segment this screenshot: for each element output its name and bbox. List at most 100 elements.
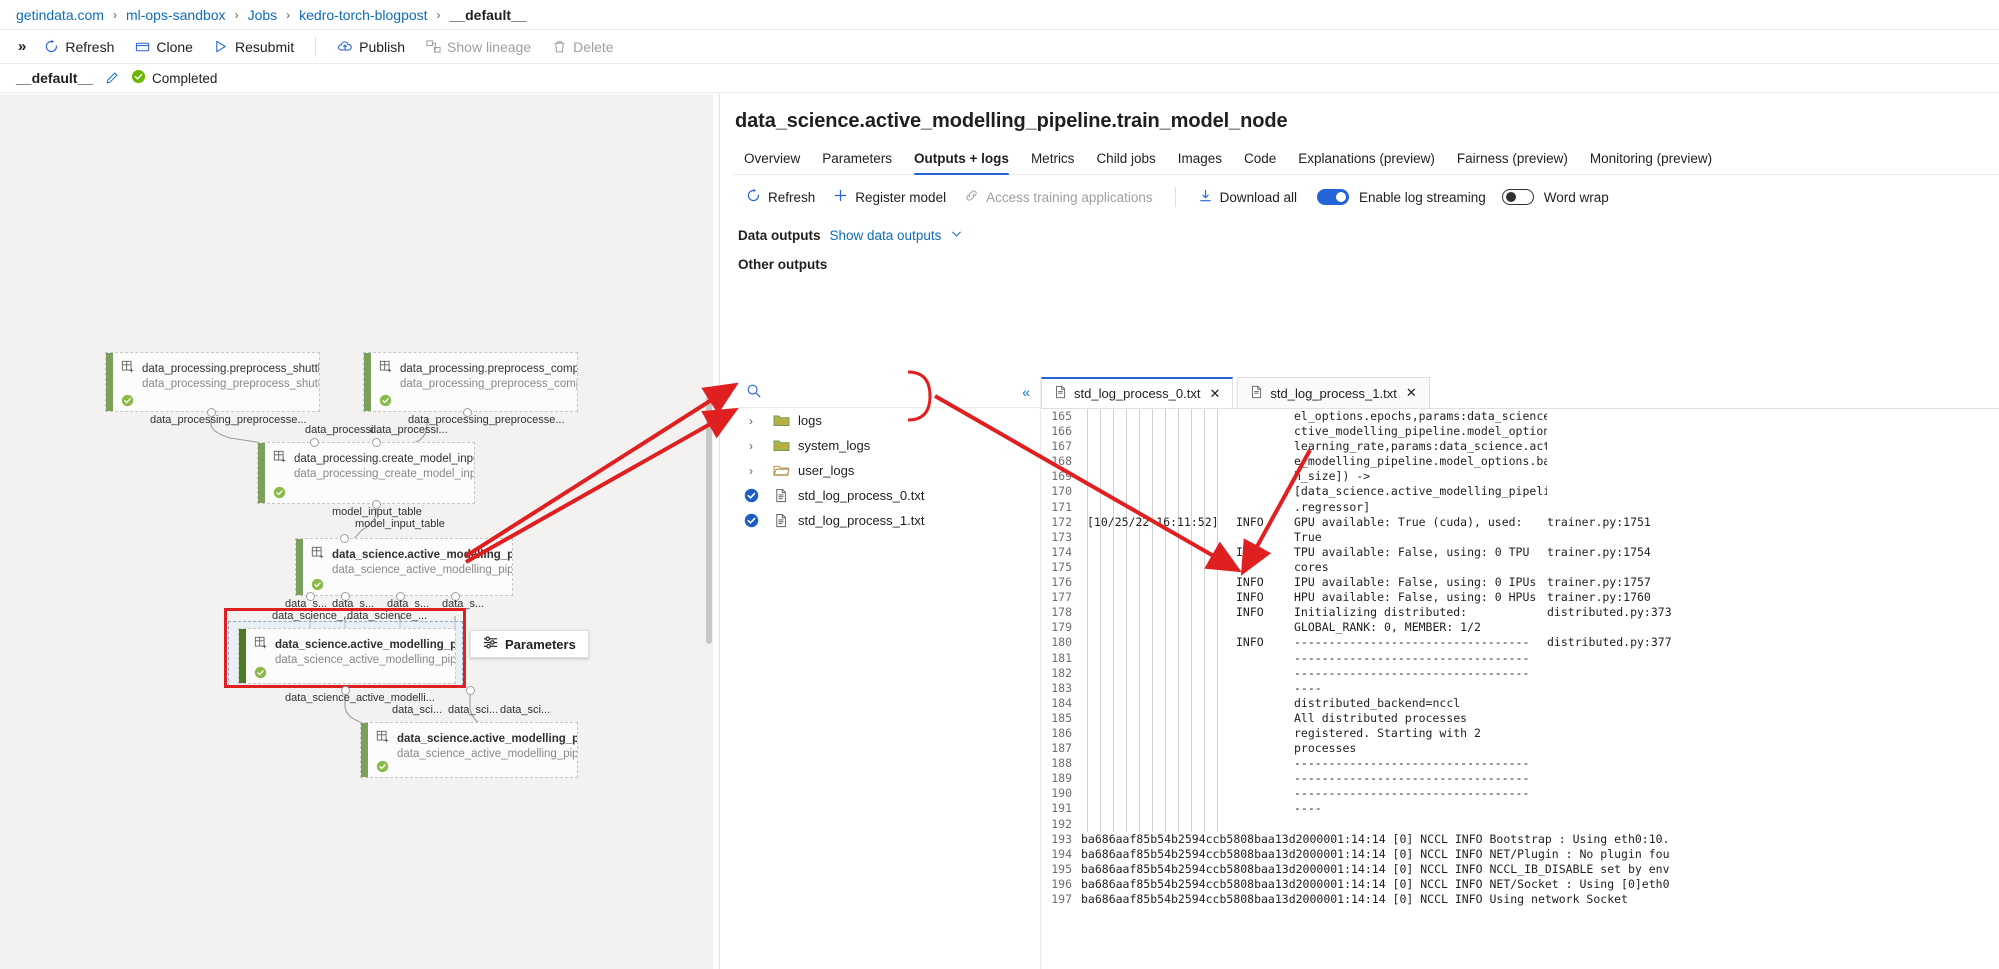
overflow-chevron-icon[interactable]: » — [12, 36, 32, 57]
tab-outputs-logs[interactable]: Outputs + logs — [903, 151, 1020, 175]
outputs-refresh-button[interactable]: Refresh — [738, 184, 823, 210]
log-line-number: 180 — [1051, 635, 1072, 650]
chevron-right-icon[interactable]: › — [738, 414, 764, 428]
job-status-row: __default__ Completed — [0, 64, 1999, 93]
node-port[interactable] — [340, 534, 349, 543]
log-message: el_options.epochs,params:data_science.a — [1294, 409, 1547, 423]
log-line-number: 192 — [1051, 816, 1072, 831]
log-content[interactable]: 165 el_options.epochs,params:data_science… — [1041, 409, 1999, 969]
publish-button[interactable]: Publish — [328, 35, 414, 59]
chevron-right-icon[interactable]: › — [738, 464, 764, 478]
log-timestamp — [1081, 529, 1236, 545]
close-icon[interactable]: ✕ — [1209, 386, 1220, 402]
register-model-label: Register model — [855, 189, 947, 205]
tab-overview[interactable]: Overview — [733, 151, 811, 174]
graph-node[interactable]: data_science.active_modelling_pipeline.e… — [360, 722, 578, 778]
delete-button[interactable]: Delete — [542, 35, 622, 59]
tab-explanations-preview[interactable]: Explanations (preview) — [1287, 151, 1446, 174]
graph-node[interactable]: data_processing.create_model_input_tabl.… — [257, 442, 475, 504]
pencil-icon[interactable] — [105, 71, 119, 85]
breadcrumb-separator: › — [234, 7, 239, 22]
log-line-number: 174 — [1051, 544, 1072, 559]
tab-metrics[interactable]: Metrics — [1020, 151, 1086, 174]
node-port[interactable] — [341, 686, 350, 695]
log-level — [1236, 424, 1294, 439]
graph-node-selected[interactable]: data_science.active_modelling_pipeline.t… — [238, 628, 456, 684]
pane-splitter[interactable] — [713, 94, 720, 969]
log-line-number: 178 — [1051, 605, 1072, 620]
selected-check-icon[interactable] — [738, 488, 764, 503]
clone-button[interactable]: Clone — [125, 35, 202, 59]
log-tab[interactable]: std_log_process_0.txt ✕ — [1041, 377, 1234, 408]
access-training-applications-button[interactable]: Access training applications — [956, 184, 1161, 210]
log-line-number: 191 — [1051, 801, 1072, 816]
delete-label: Delete — [573, 38, 614, 55]
close-icon[interactable]: ✕ — [1406, 385, 1417, 401]
graph-scrollbar-track[interactable] — [705, 94, 713, 969]
pipeline-graph-canvas[interactable]: data_processing.preprocess_shuttles_node… — [0, 94, 713, 969]
file-tree-row[interactable]: std_log_process_1.txt — [738, 508, 1040, 533]
node-title: data_science.active_modelling_pipeline.t… — [275, 638, 456, 651]
breadcrumb-item[interactable]: ml-ops-sandbox — [126, 7, 226, 23]
collapse-left-icon[interactable]: « — [1018, 382, 1034, 402]
tab-monitoring-preview[interactable]: Monitoring (preview) — [1579, 151, 1723, 174]
graph-scrollbar-thumb[interactable] — [706, 394, 712, 644]
log-level — [1236, 756, 1294, 771]
show-lineage-button[interactable]: Show lineage — [416, 35, 540, 59]
breadcrumb-item[interactable]: Jobs — [248, 7, 278, 23]
file-tree-row[interactable]: › logs — [738, 408, 1040, 433]
log-message: ba686aaf85b54b2594ccb5808baa13d2000001:1… — [1081, 876, 1670, 891]
selected-check-icon[interactable] — [738, 513, 764, 528]
chevron-right-icon[interactable]: › — [738, 439, 764, 453]
download-all-button[interactable]: Download all — [1190, 184, 1305, 210]
refresh-button[interactable]: Refresh — [34, 35, 123, 59]
log-message: distributed_backend=nccl — [1294, 695, 1461, 710]
file-icon — [764, 488, 798, 503]
edge-label: data_s... — [387, 598, 430, 610]
show-data-outputs-link[interactable]: Show data outputs — [830, 228, 942, 243]
publish-label: Publish — [359, 38, 406, 55]
tab-parameters[interactable]: Parameters — [811, 151, 903, 174]
node-port[interactable] — [310, 438, 319, 447]
log-message: ---------------------------------- — [1294, 771, 1530, 786]
node-port[interactable] — [466, 686, 475, 695]
parameters-tooltip[interactable]: Parameters — [470, 630, 589, 658]
log-level — [1236, 469, 1294, 484]
graph-node[interactable]: data_processing.preprocess_shuttles_node… — [105, 352, 320, 412]
breadcrumb-item[interactable]: kedro-torch-blogpost — [299, 7, 427, 23]
log-line-number: 194 — [1051, 846, 1072, 861]
tab-child-jobs[interactable]: Child jobs — [1085, 151, 1166, 174]
search-icon[interactable] — [746, 383, 762, 402]
breadcrumb-item[interactable]: getindata.com — [16, 7, 104, 23]
resubmit-button[interactable]: Resubmit — [204, 35, 303, 59]
tab-code[interactable]: Code — [1233, 151, 1287, 174]
log-message: ba686aaf85b54b2594ccb5808baa13d2000001:1… — [1081, 846, 1670, 861]
file-tree-row[interactable]: › system_logs — [738, 433, 1040, 458]
word-wrap-toggle[interactable] — [1501, 189, 1534, 205]
tab-images[interactable]: Images — [1167, 151, 1233, 174]
graph-node[interactable]: data_processing.preprocess_companies_...… — [363, 352, 578, 412]
graph-node[interactable]: data_science.active_modelling_pipeline.s… — [295, 538, 513, 596]
node-title: data_science.active_modelling_pipeline.e… — [397, 732, 578, 745]
file-tree-row[interactable]: › user_logs — [738, 458, 1040, 483]
chevron-down-icon[interactable] — [950, 227, 963, 243]
log-timestamp — [1081, 680, 1236, 696]
log-line: 168 e_modelling_pipeline.model_options.ba… — [1041, 454, 1999, 470]
log-tab[interactable]: std_log_process_1.txt ✕ — [1237, 377, 1430, 408]
enable-log-streaming-toggle[interactable] — [1316, 189, 1349, 205]
show-lineage-label: Show lineage — [447, 38, 532, 55]
log-level — [1236, 801, 1294, 816]
edge-label: data_processi... — [370, 424, 448, 436]
file-tree-row[interactable]: std_log_process_0.txt — [738, 483, 1040, 508]
command-separator — [315, 36, 317, 57]
node-port[interactable] — [372, 438, 381, 447]
log-timestamp — [1081, 484, 1236, 500]
log-timestamp — [1081, 665, 1236, 681]
file-icon — [764, 513, 798, 528]
log-timestamp — [1081, 575, 1236, 591]
clone-icon — [134, 39, 150, 55]
log-line-number: 167 — [1051, 439, 1072, 454]
node-subtitle: data_science_active_modelling_pipeline_t… — [275, 654, 456, 666]
register-model-button[interactable]: Register model — [825, 184, 954, 210]
tab-fairness-preview[interactable]: Fairness (preview) — [1446, 151, 1579, 174]
